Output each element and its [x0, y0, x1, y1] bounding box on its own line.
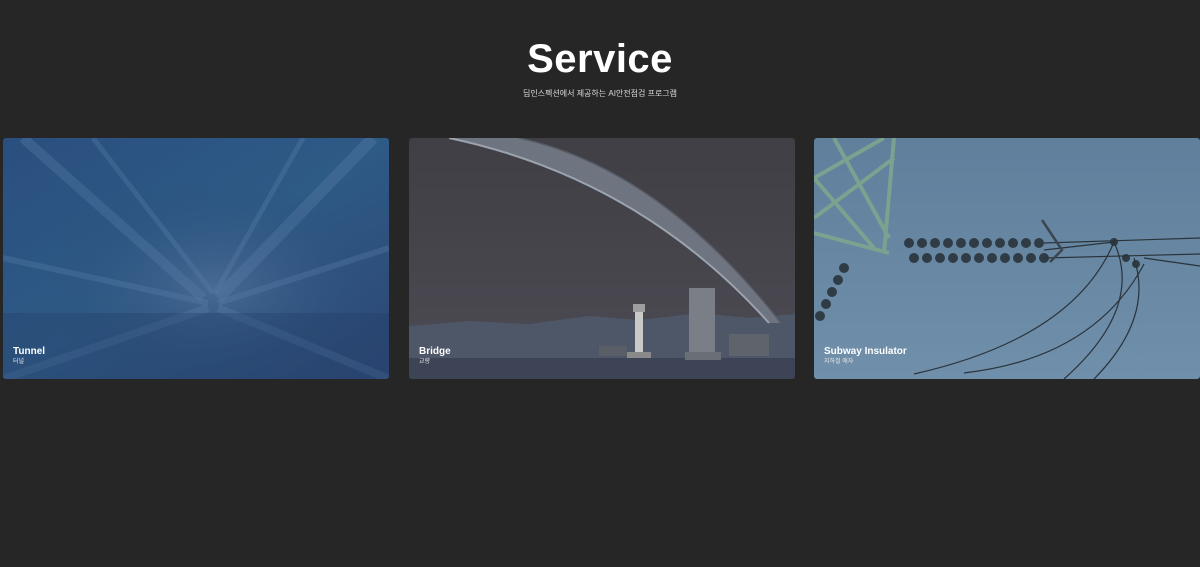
- tunnel-photo: [3, 138, 389, 379]
- card-label: Subway Insulator 지하철 애자: [824, 346, 907, 367]
- card-subtitle: 터널: [13, 359, 25, 365]
- card-label: Bridge 교량: [419, 346, 451, 367]
- service-card-tunnel[interactable]: Tunnel 터널: [3, 138, 389, 379]
- service-card-list: Tunnel 터널 Bridge 교량 Subway Insulator 지하철…: [3, 138, 1200, 379]
- card-title: Subway Insulator: [824, 346, 907, 357]
- service-card-bridge[interactable]: Bridge 교량: [409, 138, 795, 379]
- section-subtitle: 딥인스펙션에서 제공하는 AI안전점검 프로그램: [522, 89, 678, 98]
- card-subtitle: 교량: [419, 359, 431, 365]
- card-title: Tunnel: [13, 346, 46, 357]
- bridge-photo: [409, 138, 795, 379]
- section-header: Service 딥인스펙션에서 제공하는 AI안전점검 프로그램: [0, 36, 1200, 100]
- section-title: Service: [527, 37, 673, 81]
- card-subtitle: 지하철 애자: [824, 359, 854, 365]
- service-page: Service 딥인스펙션에서 제공하는 AI안전점검 프로그램 Tunnel …: [0, 0, 1200, 567]
- card-label: Tunnel 터널: [13, 346, 45, 367]
- insulator-photo: [814, 138, 1200, 379]
- service-card-subway-insulator[interactable]: Subway Insulator 지하철 애자: [814, 138, 1200, 379]
- card-title: Bridge: [419, 346, 451, 357]
